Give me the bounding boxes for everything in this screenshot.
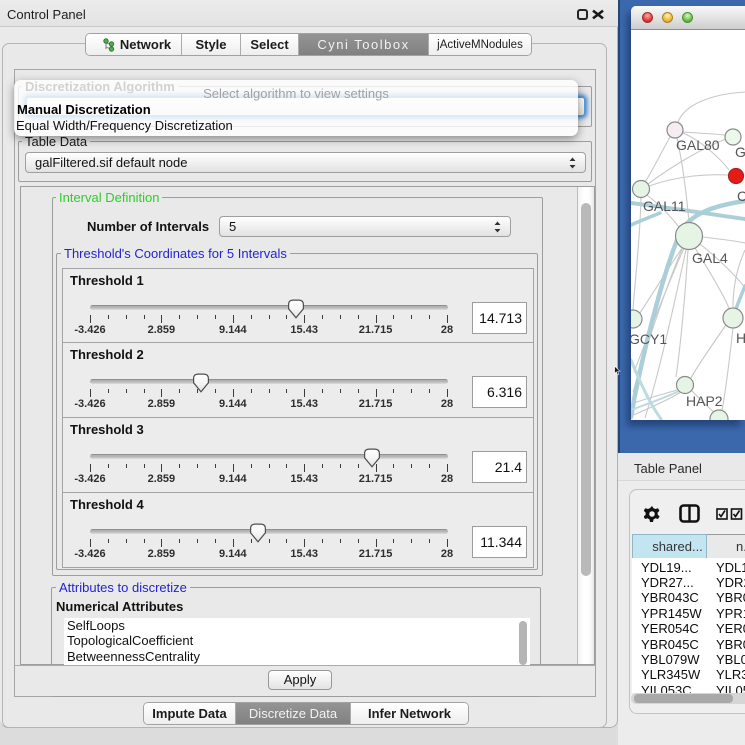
svg-text:GA: GA [735,144,745,160]
svg-text:C: C [737,188,745,204]
svg-text:HAP2: HAP2 [686,393,723,409]
svg-text:GAL11: GAL11 [643,198,686,214]
svg-text:GCY1: GCY1 [631,331,667,347]
svg-text:GAL4: GAL4 [692,250,728,266]
svg-text:H: H [736,330,745,346]
svg-text:GAL80: GAL80 [676,137,720,153]
